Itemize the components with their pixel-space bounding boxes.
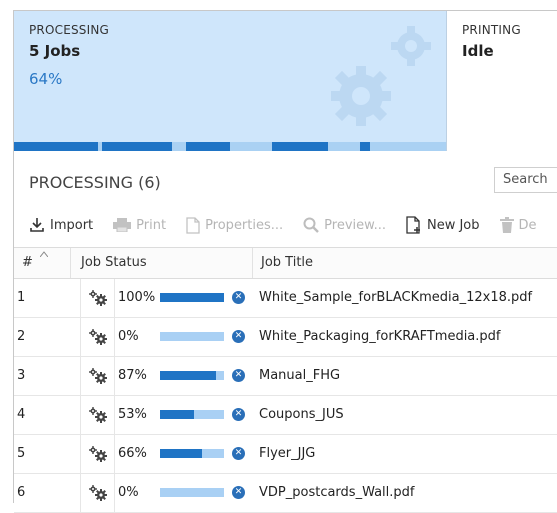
job-progress-bar — [160, 488, 224, 497]
job-title: Coupons_JUS — [259, 407, 344, 422]
job-number: 1 — [17, 290, 26, 305]
properties-button[interactable]: Properties... — [186, 216, 284, 234]
job-status-icon-cell — [80, 279, 115, 317]
job-title: VDP_postcards_Wall.pdf — [259, 485, 415, 500]
job-status-icon-cell — [80, 318, 115, 356]
job-number: 4 — [17, 407, 26, 422]
job-progress-bar — [160, 410, 224, 419]
job-status-icon-cell — [80, 435, 115, 473]
job-progress-fill — [160, 371, 216, 380]
cancel-icon[interactable]: ✕ — [232, 369, 245, 382]
preview-icon — [303, 217, 320, 233]
column-header-job-status[interactable]: Job Status — [81, 255, 147, 270]
job-percent: 100% — [118, 290, 156, 305]
table-row[interactable]: 6 0% ✕ VDP_postcards_Wall.pdf — [14, 474, 557, 513]
job-status-icon-cell — [80, 357, 115, 395]
printing-panel[interactable]: PRINTING Idle — [447, 11, 557, 151]
table-header: # Job Status Job Title — [14, 247, 557, 279]
table-row[interactable]: 4 53% ✕ Coupons_JUS — [14, 396, 557, 435]
delete-button[interactable]: De — [499, 217, 537, 233]
job-number: 2 — [17, 329, 26, 344]
queue-title: PROCESSING (6) — [29, 173, 161, 192]
table-row[interactable]: 5 66% ✕ Flyer_JJG — [14, 435, 557, 474]
cancel-icon[interactable]: ✕ — [232, 408, 245, 421]
cancel-icon[interactable]: ✕ — [232, 486, 245, 499]
job-percent: 0% — [118, 329, 139, 344]
column-header-job-title[interactable]: Job Title — [261, 255, 313, 270]
processing-progress-bar — [14, 142, 446, 151]
job-progress-fill — [160, 449, 203, 458]
job-number: 6 — [17, 485, 26, 500]
processing-label: PROCESSING — [29, 23, 110, 37]
job-number: 3 — [17, 368, 26, 383]
printing-status: Idle — [462, 42, 494, 60]
table-row[interactable]: 3 87% ✕ Manual_FHG — [14, 357, 557, 396]
job-percent: 0% — [118, 485, 139, 500]
job-status-icon-cell — [80, 396, 115, 434]
new-job-icon — [406, 216, 420, 234]
gears-watermark-icon — [331, 26, 431, 126]
column-divider — [70, 248, 71, 278]
job-percent: 66% — [118, 446, 147, 461]
search-input[interactable]: Search — [494, 167, 557, 193]
table-row[interactable]: 1 100% ✕ White_Sample_forBLACKmedia_12x18.p… — [14, 279, 557, 318]
new-job-label: New Job — [426, 217, 480, 233]
sort-icon — [40, 251, 48, 257]
delete-label: De — [518, 217, 537, 233]
cancel-icon[interactable]: ✕ — [232, 291, 245, 304]
job-title: Flyer_JJG — [259, 446, 316, 461]
job-title: White_Packaging_forKRAFTmedia.pdf — [259, 329, 501, 344]
table-body: 1 100% ✕ White_Sample_forBLACKmedia_12x18.p… — [14, 279, 557, 513]
gears-icon — [88, 485, 107, 501]
processing-job-count: 5 Jobs — [29, 42, 81, 60]
job-percent: 53% — [118, 407, 147, 422]
job-progress-bar — [160, 449, 224, 458]
job-percent: 87% — [118, 368, 147, 383]
jobs-table: # Job Status Job Title 1 100% ✕ White_Sampl… — [14, 247, 557, 513]
progress-segment — [14, 142, 98, 151]
table-row[interactable]: 2 0% ✕ White_Packaging_forKRAFTmedia.pdf — [14, 318, 557, 357]
cancel-icon[interactable]: ✕ — [232, 330, 245, 343]
job-title: White_Sample_forBLACKmedia_12x18.pdf — [259, 290, 533, 305]
properties-icon — [186, 216, 200, 234]
gears-icon — [88, 446, 107, 462]
processing-panel[interactable]: PROCESSING 5 Jobs 64% — [14, 11, 447, 151]
progress-segment — [272, 142, 328, 151]
print-label: Print — [136, 217, 167, 233]
import-button[interactable]: Import — [29, 217, 93, 233]
job-progress-fill — [160, 410, 194, 419]
queue-window: PROCESSING 5 Jobs 64% PRINTING Idle PROC… — [13, 10, 557, 513]
properties-label: Properties... — [205, 217, 284, 233]
progress-segment — [360, 142, 370, 151]
job-status-icon-cell — [80, 474, 115, 512]
column-header-number[interactable]: # — [22, 255, 33, 270]
cancel-icon[interactable]: ✕ — [232, 447, 245, 460]
preview-button[interactable]: Preview... — [303, 217, 386, 233]
job-title: Manual_FHG — [259, 368, 341, 383]
job-progress-bar — [160, 293, 224, 302]
job-progress-fill — [160, 293, 224, 302]
processing-percent: 64% — [29, 70, 63, 88]
printing-label: PRINTING — [462, 23, 521, 37]
gears-icon — [88, 329, 107, 345]
delete-icon — [499, 217, 514, 233]
column-divider — [252, 248, 253, 278]
progress-segment — [102, 142, 172, 151]
gears-icon — [88, 290, 107, 306]
gears-icon — [88, 368, 107, 384]
gears-icon — [88, 407, 107, 423]
job-progress-bar — [160, 332, 224, 341]
progress-segment — [186, 142, 230, 151]
job-progress-bar — [160, 371, 224, 380]
print-button[interactable]: Print — [113, 218, 166, 233]
job-number: 5 — [17, 446, 26, 461]
print-icon — [113, 218, 132, 232]
import-label: Import — [50, 217, 94, 233]
import-icon — [30, 218, 44, 232]
preview-label: Preview... — [324, 217, 386, 233]
new-job-button[interactable]: New Job — [406, 216, 480, 234]
toolbar: Import Print Properties... Preview... Ne… — [29, 214, 557, 236]
